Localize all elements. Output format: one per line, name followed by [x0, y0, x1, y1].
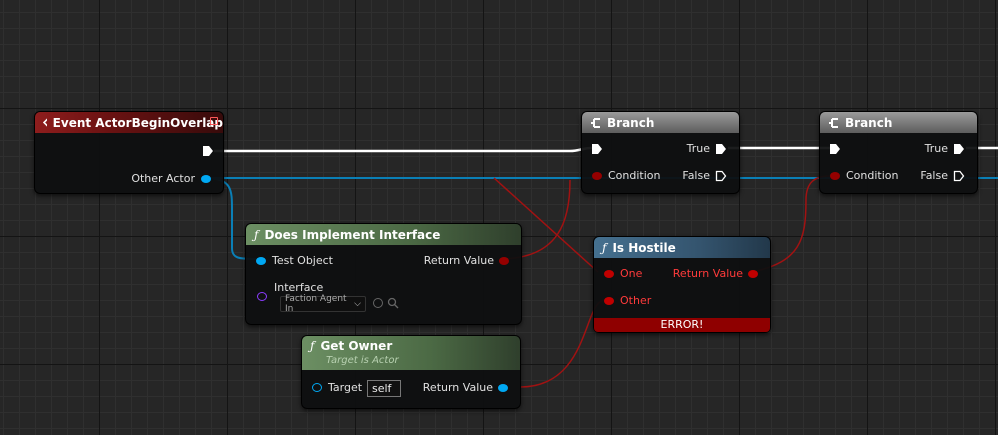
exec-out-pin-empty[interactable] [953, 170, 965, 182]
get-owner-node[interactable]: ƒ Get Owner Target is Actor Target self … [301, 335, 521, 409]
other-pin-row[interactable]: Other [604, 294, 651, 307]
target-value: self [372, 382, 392, 395]
node-header[interactable]: Event ActorBeginOverlap [35, 112, 223, 133]
false-pin-row[interactable]: False [682, 169, 727, 182]
object-pin-icon[interactable] [256, 256, 266, 265]
bool-pin-icon[interactable] [830, 171, 840, 180]
return-value-pin-row[interactable]: Return Value [673, 267, 758, 280]
pin-label: True [924, 142, 948, 155]
target-pin-row[interactable]: Target [312, 381, 362, 394]
node-header[interactable]: Branch [820, 112, 977, 133]
function-icon: ƒ [602, 240, 607, 255]
return-value-pin-row[interactable]: Return Value [424, 254, 509, 267]
branch-node-1[interactable]: Branch True Condition False [581, 111, 740, 194]
delegate-pin-icon[interactable] [210, 117, 218, 125]
error-pin-icon[interactable] [604, 296, 614, 305]
object-pin-empty-icon[interactable] [312, 383, 322, 392]
exec-in-pin[interactable] [829, 143, 841, 155]
is-hostile-node[interactable]: ƒ Is Hostile One Return Value Other ERRO… [593, 236, 771, 333]
exec-out-pin[interactable] [953, 143, 965, 155]
function-icon: ƒ [310, 339, 315, 353]
condition-pin-row[interactable]: Condition [830, 169, 899, 182]
node-header[interactable]: ƒ Is Hostile [594, 237, 770, 258]
interface-dropdown-value: Faction Agent In [285, 294, 347, 314]
pin-label: Target [328, 381, 363, 394]
exec-wire[interactable] [214, 146, 593, 153]
branch-node-2[interactable]: Branch True Condition False [819, 111, 978, 194]
pin-label: Return Value [423, 254, 494, 267]
error-pin-icon[interactable] [604, 269, 614, 278]
node-header[interactable]: Branch [582, 112, 739, 133]
browse-search-icon[interactable] [387, 297, 399, 309]
node-subtitle: Target is Actor [326, 355, 399, 366]
pin-label: Test Object [272, 254, 333, 267]
object-pin-icon[interactable] [201, 174, 211, 183]
object-pin-icon[interactable] [498, 383, 508, 392]
node-title: Event ActorBeginOverlap [52, 115, 223, 130]
exec-out-pin[interactable] [202, 145, 214, 157]
false-pin-row[interactable]: False [920, 169, 965, 182]
true-pin-row[interactable]: True [687, 142, 727, 155]
target-self-field[interactable]: self [367, 380, 401, 397]
pin-label: Condition [608, 169, 661, 182]
true-pin-row[interactable]: True [925, 142, 965, 155]
interface-pin-label-row: Interface [274, 281, 323, 294]
node-title: Does Implement Interface [264, 227, 441, 242]
pin-label: Return Value [422, 381, 493, 394]
pin-label: True [686, 142, 710, 155]
pin-label: Other [620, 294, 652, 307]
pin-label: False [920, 169, 948, 182]
node-title: Get Owner [320, 339, 393, 353]
test-object-pin-row[interactable]: Test Object [256, 254, 333, 267]
one-pin-row[interactable]: One [604, 267, 642, 280]
bool-pin-icon[interactable] [592, 171, 602, 180]
event-actor-begin-overlap-node[interactable]: Event ActorBeginOverlap Other Actor [34, 111, 224, 194]
error-bar: ERROR! [594, 318, 770, 332]
pin-label: Interface [274, 281, 324, 294]
condition-pin-row[interactable]: Condition [592, 169, 661, 182]
pin-label: False [682, 169, 710, 182]
interface-pin-icon[interactable] [257, 292, 267, 301]
node-title: Is Hostile [612, 240, 676, 255]
blueprint-graph-canvas[interactable]: Event ActorBeginOverlap Other Actor Bran… [0, 0, 998, 435]
exec-in-pin[interactable] [591, 143, 603, 155]
node-header[interactable]: ƒ Get Owner Target is Actor [302, 336, 520, 370]
return-value-pin-row[interactable]: Return Value [423, 381, 508, 394]
node-title: Branch [607, 115, 655, 130]
event-diamond-icon [43, 118, 47, 127]
does-implement-interface-node[interactable]: ƒ Does Implement Interface Test Object R… [245, 223, 522, 325]
node-header[interactable]: ƒ Does Implement Interface [246, 224, 521, 245]
bool-pin-icon[interactable] [499, 256, 509, 265]
pin-label: Other Actor [131, 172, 195, 185]
pin-label: Condition [846, 169, 899, 182]
use-selected-asset-icon[interactable] [373, 298, 383, 308]
branch-icon [829, 117, 838, 128]
chevron-down-icon: ⌵ [354, 299, 361, 309]
branch-icon [591, 117, 600, 128]
other-actor-pin-row[interactable]: Other Actor [131, 172, 211, 185]
pin-label: One [620, 267, 643, 280]
error-pin-icon[interactable] [748, 269, 758, 278]
pin-label: Return Value [672, 267, 743, 280]
node-title: Branch [845, 115, 893, 130]
exec-out-pin[interactable] [715, 143, 727, 155]
exec-out-pin-empty[interactable] [715, 170, 727, 182]
interface-dropdown[interactable]: Faction Agent In ⌵ [280, 294, 366, 314]
function-icon: ƒ [254, 227, 259, 242]
